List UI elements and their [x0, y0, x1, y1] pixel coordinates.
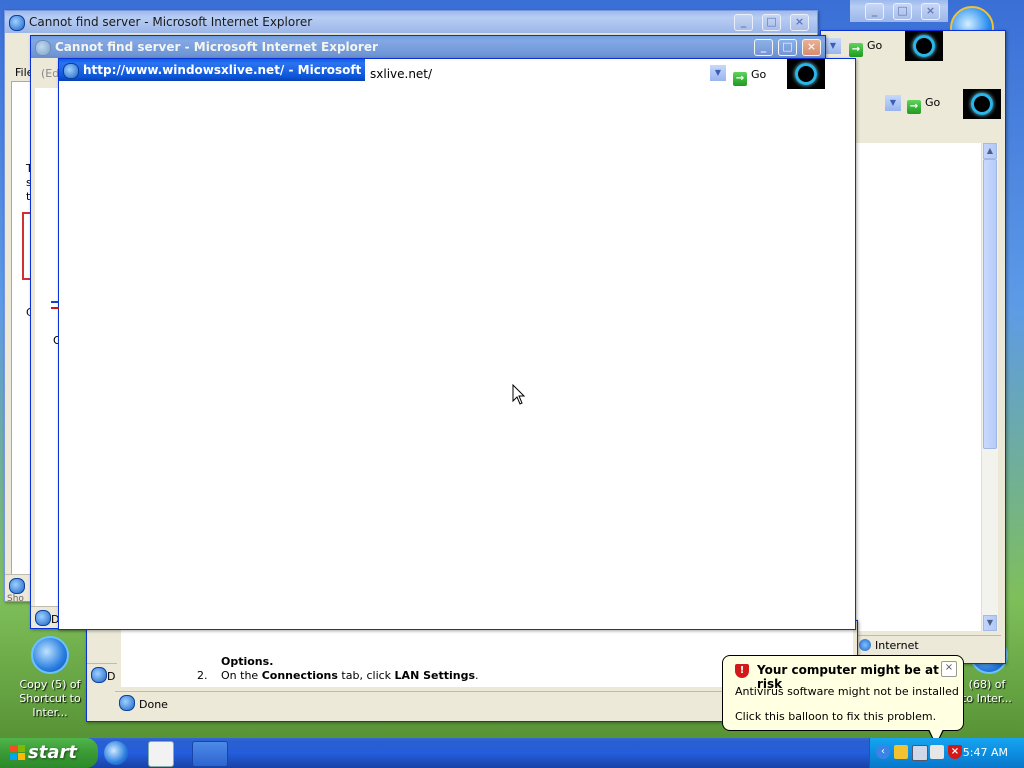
tray-update-icon[interactable]: [930, 745, 944, 759]
zone-label: Internet: [875, 639, 919, 652]
desktop-icon-label-line1: Copy (5) of: [19, 678, 81, 691]
title-bar[interactable]: Cannot find server - Microsoft Internet …: [31, 36, 825, 58]
status-bar: Internet: [855, 635, 1001, 655]
system-tray: ‹ × 5:47 AM: [869, 738, 1024, 768]
lan-settings-text: LAN Settings: [394, 669, 476, 682]
maximize-button[interactable]: □: [778, 39, 797, 56]
ie-page-icon: [35, 610, 51, 626]
maximize-button[interactable]: □: [893, 3, 912, 20]
step-text: On the: [221, 669, 262, 682]
security-balloon[interactable]: ! Your computer might be at risk × Antiv…: [722, 655, 964, 731]
page-content[interactable]: [51, 91, 853, 627]
windows-logo-icon: [10, 745, 26, 761]
address-dropdown-arrow[interactable]: ▼: [710, 65, 726, 81]
tray-security-alert-icon[interactable]: ×: [948, 745, 962, 759]
go-arrow-icon: →: [907, 100, 921, 114]
title-bar[interactable]: http://www.windowsxlive.net/ - Microsoft…: [59, 59, 365, 81]
address-text: sxlive.net/: [370, 67, 433, 81]
ie-icon: [63, 63, 79, 79]
status-text: Done: [139, 698, 168, 711]
go-arrow-icon: →: [733, 72, 747, 86]
ie-icon: [9, 15, 25, 31]
tray-expand-icon[interactable]: ‹: [876, 745, 890, 759]
go-button[interactable]: → Go: [849, 36, 883, 57]
minimize-button[interactable]: _: [754, 39, 773, 56]
balloon-line-1: Antivirus software might not be installe…: [735, 685, 959, 698]
minimize-button[interactable]: _: [865, 3, 884, 20]
tray-shield-icon[interactable]: [894, 745, 908, 759]
quicklaunch-desktop-icon[interactable]: [148, 741, 174, 767]
ie-throbber-icon: [905, 31, 943, 61]
start-label: start: [28, 742, 77, 763]
window-title: Cannot find server - Microsoft Internet …: [55, 40, 378, 54]
go-button[interactable]: → Go: [907, 93, 941, 114]
close-button[interactable]: ×: [921, 3, 940, 20]
scroll-up-button[interactable]: ▲: [983, 143, 997, 159]
ie-throbber-icon: [963, 89, 1001, 119]
desktop-icon-label-line2: Shortcut to Inter...: [19, 692, 81, 719]
step-heading: Options.: [221, 655, 274, 668]
ie-page-icon: [9, 578, 25, 594]
go-label: Go: [751, 68, 767, 81]
tray-network-icon[interactable]: [912, 745, 928, 761]
address-fragment: (Ed: [41, 67, 60, 80]
quicklaunch-ie-icon[interactable]: [104, 741, 128, 765]
ie-window-right[interactable]: _ □ ×: [30, 0, 948, 40]
desktop-icon-ie-copy-5[interactable]: Copy (5) of Shortcut to Inter...: [0, 636, 100, 720]
go-label: Go: [925, 96, 941, 109]
go-label: Go: [867, 39, 883, 52]
ie-page-icon: [91, 667, 107, 683]
internet-explorer-icon: [31, 636, 69, 674]
address-dropdown-arrow[interactable]: ▼: [885, 95, 901, 111]
address-dropdown-arrow[interactable]: ▼: [825, 38, 841, 54]
title-bar[interactable]: _ □ ×: [850, 0, 948, 22]
window-title: http://www.windowsxlive.net/ - Microsoft…: [83, 63, 365, 77]
security-alert-icon: !: [735, 664, 749, 678]
taskbar-stub-label: Sho: [7, 594, 24, 604]
mouse-pointer-icon: [512, 383, 526, 409]
scroll-down-button[interactable]: ▼: [983, 615, 997, 631]
address-bar[interactable]: sxlive.net/ ▼: [365, 64, 727, 82]
taskbar: start ‹ × 5:47 AM: [0, 738, 1024, 768]
scroll-thumb[interactable]: [983, 159, 997, 449]
status-bar-stub: D: [87, 663, 117, 683]
page-content[interactable]: [855, 143, 987, 631]
partial-marker: [51, 301, 59, 309]
balloon-close-button[interactable]: ×: [941, 661, 957, 677]
ie-icon: [35, 40, 51, 56]
balloon-line-2: Click this balloon to fix this problem.: [735, 710, 937, 723]
ie-window-front[interactable]: http://www.windowsxlive.net/ - Microsoft…: [51, 58, 856, 630]
zone-icon: [859, 639, 871, 651]
ie-throbber-icon: [787, 59, 825, 89]
taskbar-window-group-icon[interactable]: [192, 741, 228, 767]
step-text: tab, click: [337, 669, 395, 682]
step-2: 2. On the Connections tab, click LAN Sett…: [197, 669, 479, 682]
connections-tab-text: Connections: [261, 669, 338, 682]
status-bar-stub: D: [31, 606, 61, 626]
go-button[interactable]: → Go: [733, 65, 767, 86]
start-button[interactable]: start: [0, 738, 98, 768]
go-arrow-icon: →: [849, 43, 863, 57]
clock[interactable]: 5:47 AM: [963, 738, 1008, 768]
ie-page-icon: [119, 695, 135, 711]
status-stub-label: D: [107, 670, 116, 683]
step-number: 2.: [197, 669, 208, 682]
close-button[interactable]: ×: [802, 39, 821, 56]
step-text: .: [475, 669, 479, 682]
vertical-scrollbar[interactable]: ▲ ▼: [981, 143, 998, 631]
